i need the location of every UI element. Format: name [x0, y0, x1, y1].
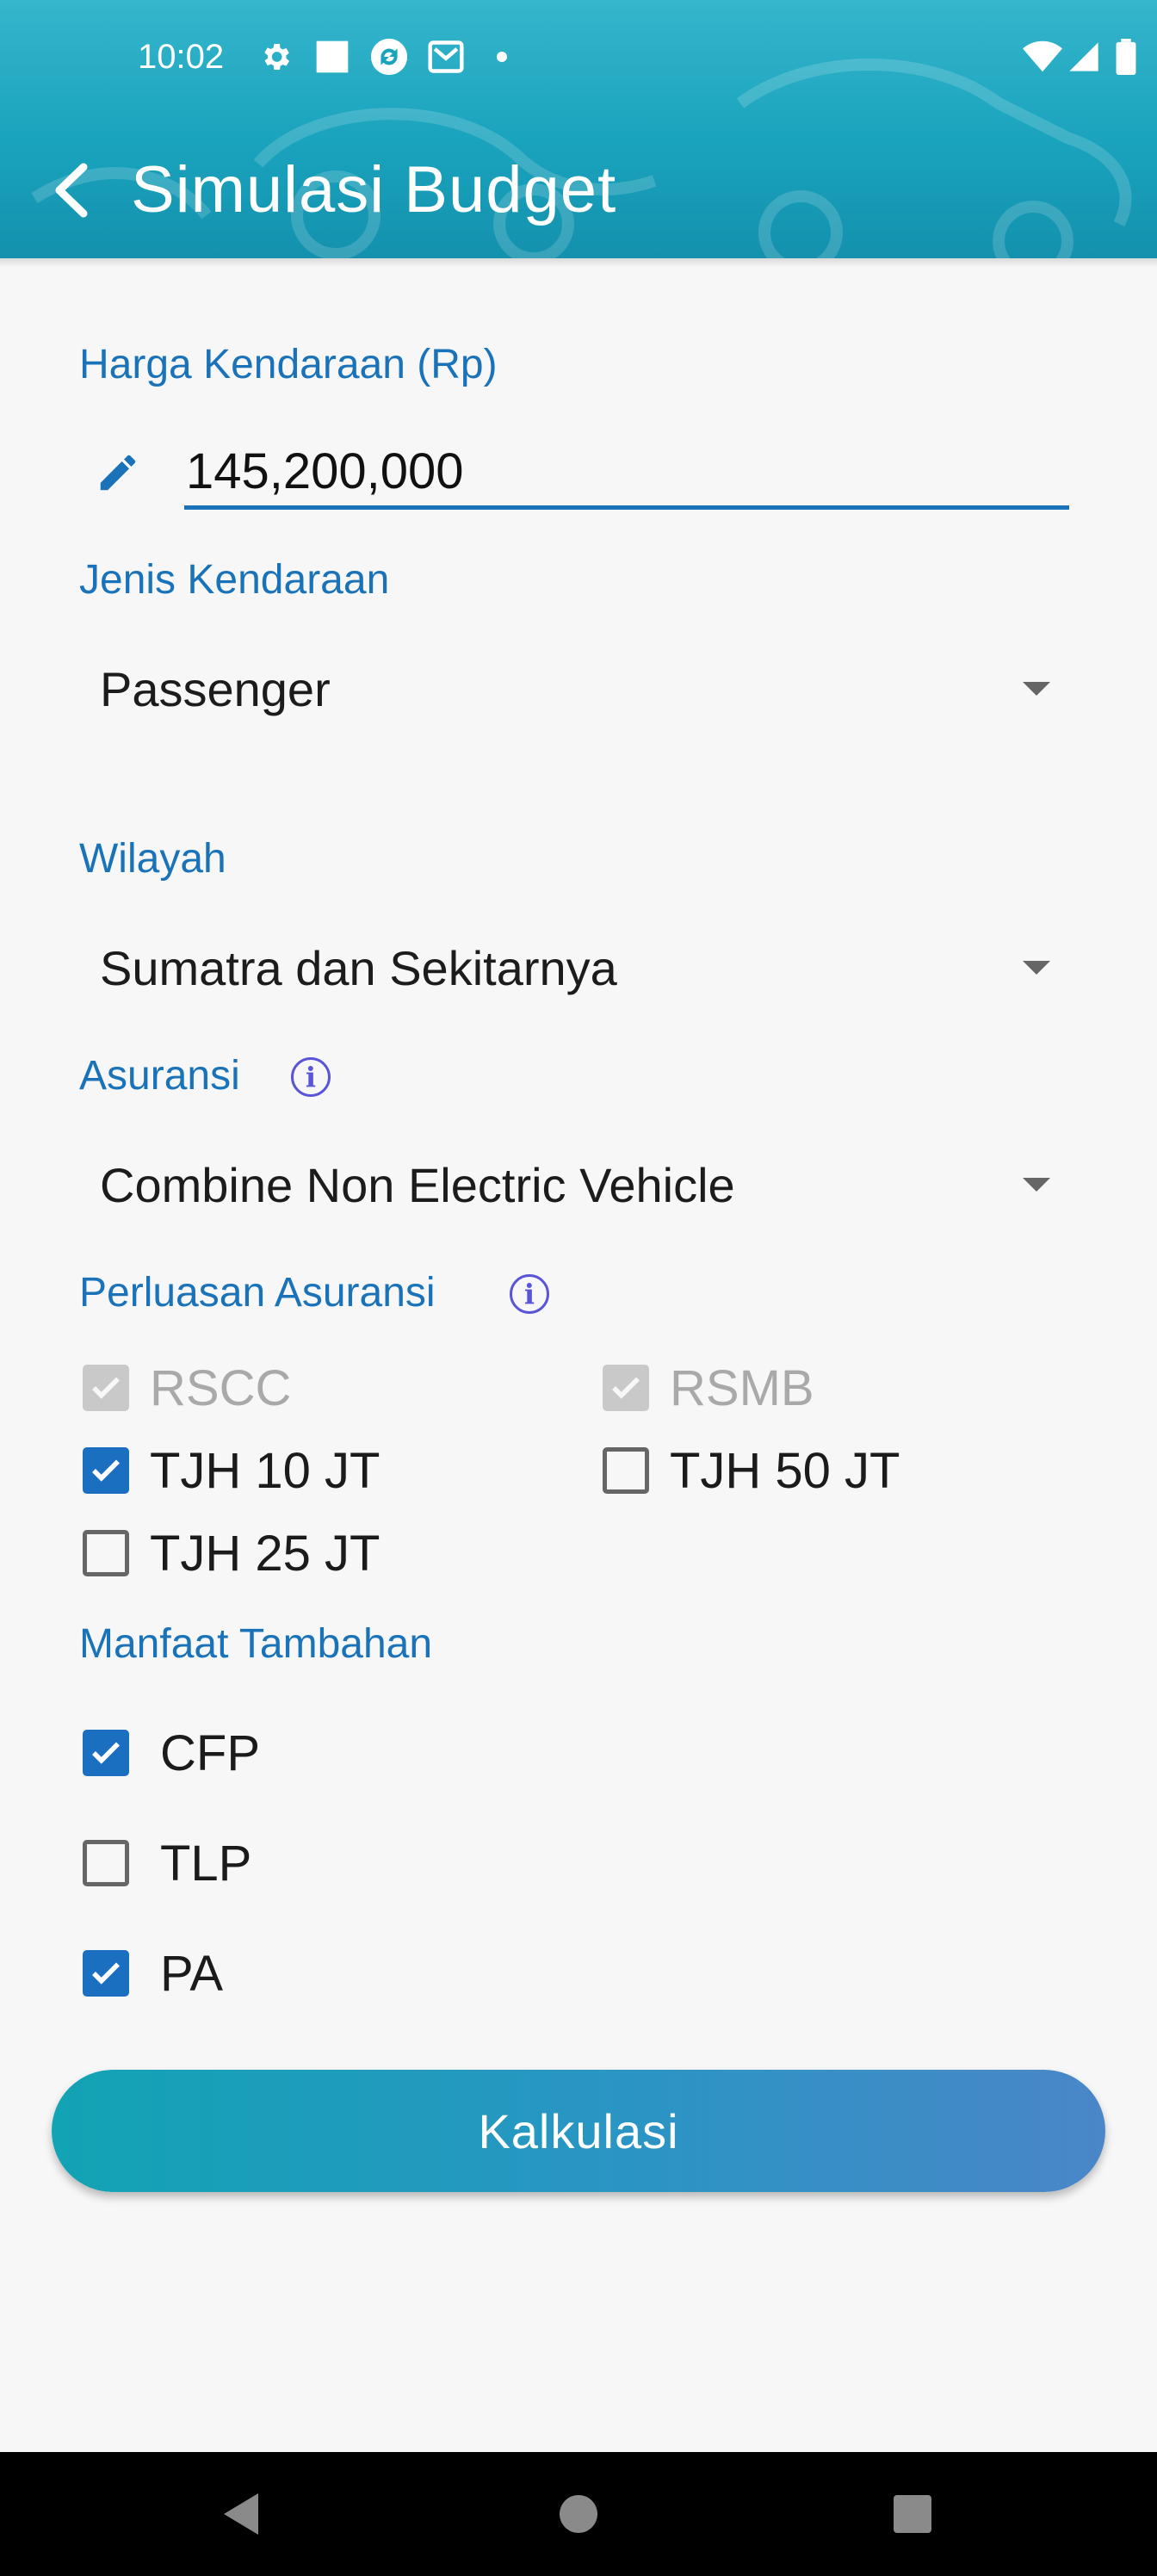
checkbox-tjh-25-jt[interactable]: TJH 25 JT	[83, 1519, 381, 1588]
home-circle-icon	[560, 2495, 597, 2533]
checkbox-label: RSMB	[670, 1359, 814, 1416]
checkbox-label: TJH 10 JT	[150, 1442, 381, 1499]
app-bar-shadow	[0, 258, 1157, 267]
back-triangle-icon	[224, 2493, 258, 2535]
checkbox-rscc: RSCC	[83, 1353, 291, 1422]
checkbox-box	[603, 1365, 649, 1411]
checkbox-box	[83, 1365, 129, 1411]
price-label: Harga Kendaraan (Rp)	[79, 342, 498, 387]
checkbox-label: PA	[160, 1945, 224, 2002]
wifi-icon	[1021, 36, 1064, 77]
region-dropdown[interactable]: Sumatra dan Sekitarnya	[79, 925, 1069, 1011]
check-icon	[92, 1377, 120, 1399]
app-header: 10:02 Simulasi Budget	[0, 0, 1157, 258]
chevron-down-icon	[1023, 1178, 1050, 1192]
chevron-down-icon	[1023, 961, 1050, 975]
pencil-icon	[100, 455, 136, 491]
signal-icon	[1064, 36, 1104, 77]
checkbox-label: TJH 25 JT	[150, 1525, 381, 1582]
battery-icon	[1109, 36, 1143, 77]
back-button[interactable]	[38, 152, 103, 229]
checkbox-box[interactable]	[83, 1840, 129, 1886]
checkbox-cfp[interactable]: CFP	[83, 1718, 260, 1787]
gear-icon	[255, 36, 296, 77]
square-icon	[312, 36, 353, 77]
vehicle-type-dropdown[interactable]: Passenger	[79, 646, 1069, 732]
mail-icon	[425, 36, 467, 77]
status-bar: 10:02	[0, 0, 1157, 117]
checkbox-rsmb: RSMB	[603, 1353, 814, 1422]
calculate-button[interactable]: Kalkulasi	[52, 2070, 1105, 2192]
check-icon	[92, 1742, 120, 1764]
check-icon	[92, 1962, 120, 1985]
chevron-down-icon	[1023, 682, 1050, 696]
insurance-dropdown[interactable]: Combine Non Electric Vehicle	[79, 1142, 1069, 1228]
sync-icon	[368, 36, 410, 77]
check-icon	[612, 1377, 640, 1399]
status-time: 10:02	[138, 38, 225, 76]
checkbox-tjh-50-jt[interactable]: TJH 50 JT	[603, 1436, 900, 1505]
region-label: Wilayah	[79, 836, 226, 882]
insurance-label: Asuransi	[79, 1053, 240, 1099]
vehicle-type-label: Jenis Kendaraan	[79, 557, 390, 603]
info-icon[interactable]: i	[291, 1057, 331, 1097]
system-nav-bar	[0, 2452, 1157, 2576]
extension-label: Perluasan Asuransi	[79, 1270, 436, 1316]
check-icon	[92, 1459, 120, 1482]
nav-recents-button[interactable]	[861, 2452, 964, 2576]
dot-icon	[489, 36, 515, 77]
screen: 10:02 Simulasi Budget Harga Kendaraan (R…	[0, 0, 1157, 2576]
nav-back-button[interactable]	[189, 2452, 293, 2576]
region-value: Sumatra dan Sekitarnya	[100, 940, 617, 995]
checkbox-label: TLP	[160, 1835, 252, 1892]
checkbox-box[interactable]	[83, 1447, 129, 1494]
checkbox-label: RSCC	[150, 1359, 292, 1416]
checkbox-box[interactable]	[83, 1950, 129, 1997]
nav-home-button[interactable]	[527, 2452, 630, 2576]
vehicle-type-value: Passenger	[100, 661, 331, 716]
checkbox-label: TJH 50 JT	[670, 1442, 900, 1499]
insurance-value: Combine Non Electric Vehicle	[100, 1157, 735, 1212]
checkbox-box[interactable]	[83, 1730, 129, 1776]
info-icon[interactable]: i	[510, 1274, 549, 1314]
checkbox-pa[interactable]: PA	[83, 1939, 223, 2008]
checkbox-label: CFP	[160, 1725, 260, 1781]
checkbox-box[interactable]	[83, 1530, 129, 1576]
benefits-label: Manfaat Tambahan	[79, 1621, 433, 1667]
checkbox-tjh-10-jt[interactable]: TJH 10 JT	[83, 1436, 381, 1505]
page-title: Simulasi Budget	[131, 153, 617, 226]
checkbox-tlp[interactable]: TLP	[83, 1829, 251, 1898]
arrow-back-icon	[55, 163, 88, 218]
recents-square-icon	[894, 2495, 931, 2533]
checkbox-box[interactable]	[603, 1447, 649, 1494]
price-input[interactable]	[184, 437, 1069, 510]
